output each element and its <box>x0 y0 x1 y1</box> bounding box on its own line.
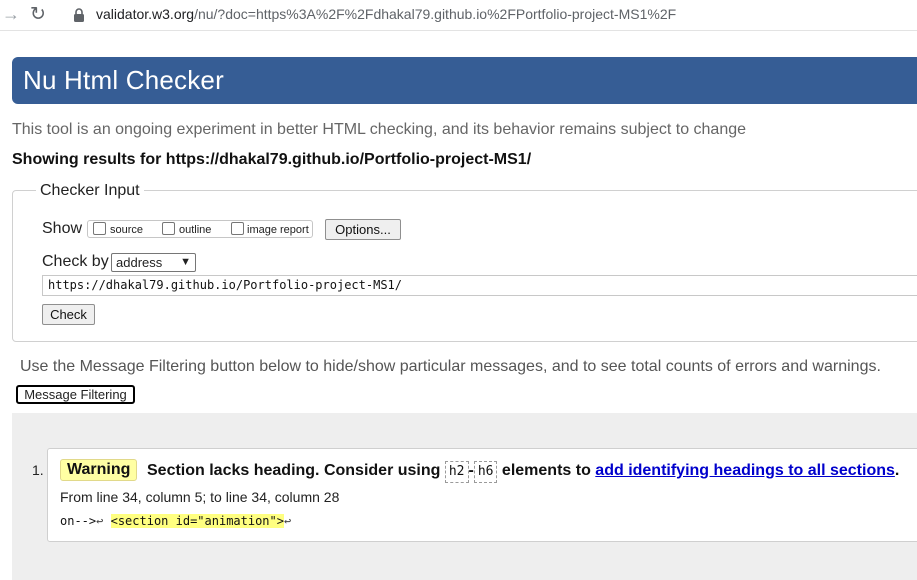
line-break-icon: ↩ <box>283 514 292 528</box>
show-label: Show <box>42 220 83 237</box>
results-url: https://dhakal79.github.io/Portfolio-pro… <box>165 151 532 168</box>
warning-badge: Warning <box>60 459 138 481</box>
code-h2: h2 <box>444 461 469 483</box>
message-extract: on-->↩ <section id="animation">↩ <box>60 514 291 528</box>
results-heading: Showing results for https://dhakal79.git… <box>12 151 531 169</box>
message-text-after: . <box>894 462 900 479</box>
reload-icon[interactable]: ↻ <box>30 3 46 26</box>
message-text-before: Section lacks heading. Consider using <box>147 462 445 479</box>
lock-icon[interactable] <box>72 7 86 23</box>
extract-highlight: <section id="animation"> <box>110 514 284 528</box>
message-text: Section lacks heading. Consider using h2… <box>147 461 899 483</box>
message-text-middle: elements to <box>497 462 596 479</box>
url-field[interactable]: validator.w3.org/nu/?doc=https%3A%2F%2Fd… <box>96 6 676 22</box>
line-break-icon: ↩ <box>96 514 104 528</box>
browser-address-bar: → ↻ validator.w3.org/nu/?doc=https%3A%2F… <box>0 0 917 31</box>
image-report-checkbox[interactable] <box>231 222 244 235</box>
message-location: From line 34, column 5; to line 34, colu… <box>60 489 340 505</box>
results-prefix: Showing results for <box>12 151 166 168</box>
check-by-value: address <box>116 255 163 270</box>
page-title: Nu Html Checker <box>23 65 224 95</box>
extract-prefix: on--> <box>60 514 97 528</box>
outline-checkbox-label: outline <box>179 224 212 236</box>
message-filtering-button[interactable]: Message Filtering <box>16 385 135 404</box>
options-button[interactable]: Options... <box>325 219 401 240</box>
source-checkbox-label: source <box>110 224 144 236</box>
image-report-checkbox-label: image report <box>247 224 309 236</box>
address-input[interactable]: https://dhakal79.github.io/Portfolio-pro… <box>42 275 917 296</box>
back-arrow-icon[interactable]: → <box>2 4 20 25</box>
add-headings-link[interactable]: add identifying headings to all sections <box>595 462 895 479</box>
page-header: Nu Html Checker <box>12 57 917 104</box>
outline-checkbox[interactable] <box>162 222 175 235</box>
chevron-down-icon: ▼ <box>180 256 191 268</box>
filtering-note: Use the Message Filtering button below t… <box>20 358 881 375</box>
check-button[interactable]: Check <box>42 304 95 325</box>
url-host: validator.w3.org <box>96 6 195 22</box>
check-by-label: Check by <box>42 253 109 270</box>
code-h6: h6 <box>473 461 498 483</box>
message-number: 1. <box>32 462 44 478</box>
source-checkbox[interactable] <box>93 222 106 235</box>
check-by-select[interactable]: address ▼ <box>111 253 196 272</box>
intro-text: This tool is an ongoing experiment in be… <box>12 121 747 138</box>
checker-input-legend: Checker Input <box>36 182 144 200</box>
url-path: /nu/?doc=https%3A%2F%2Fdhakal79.github.i… <box>194 6 677 22</box>
